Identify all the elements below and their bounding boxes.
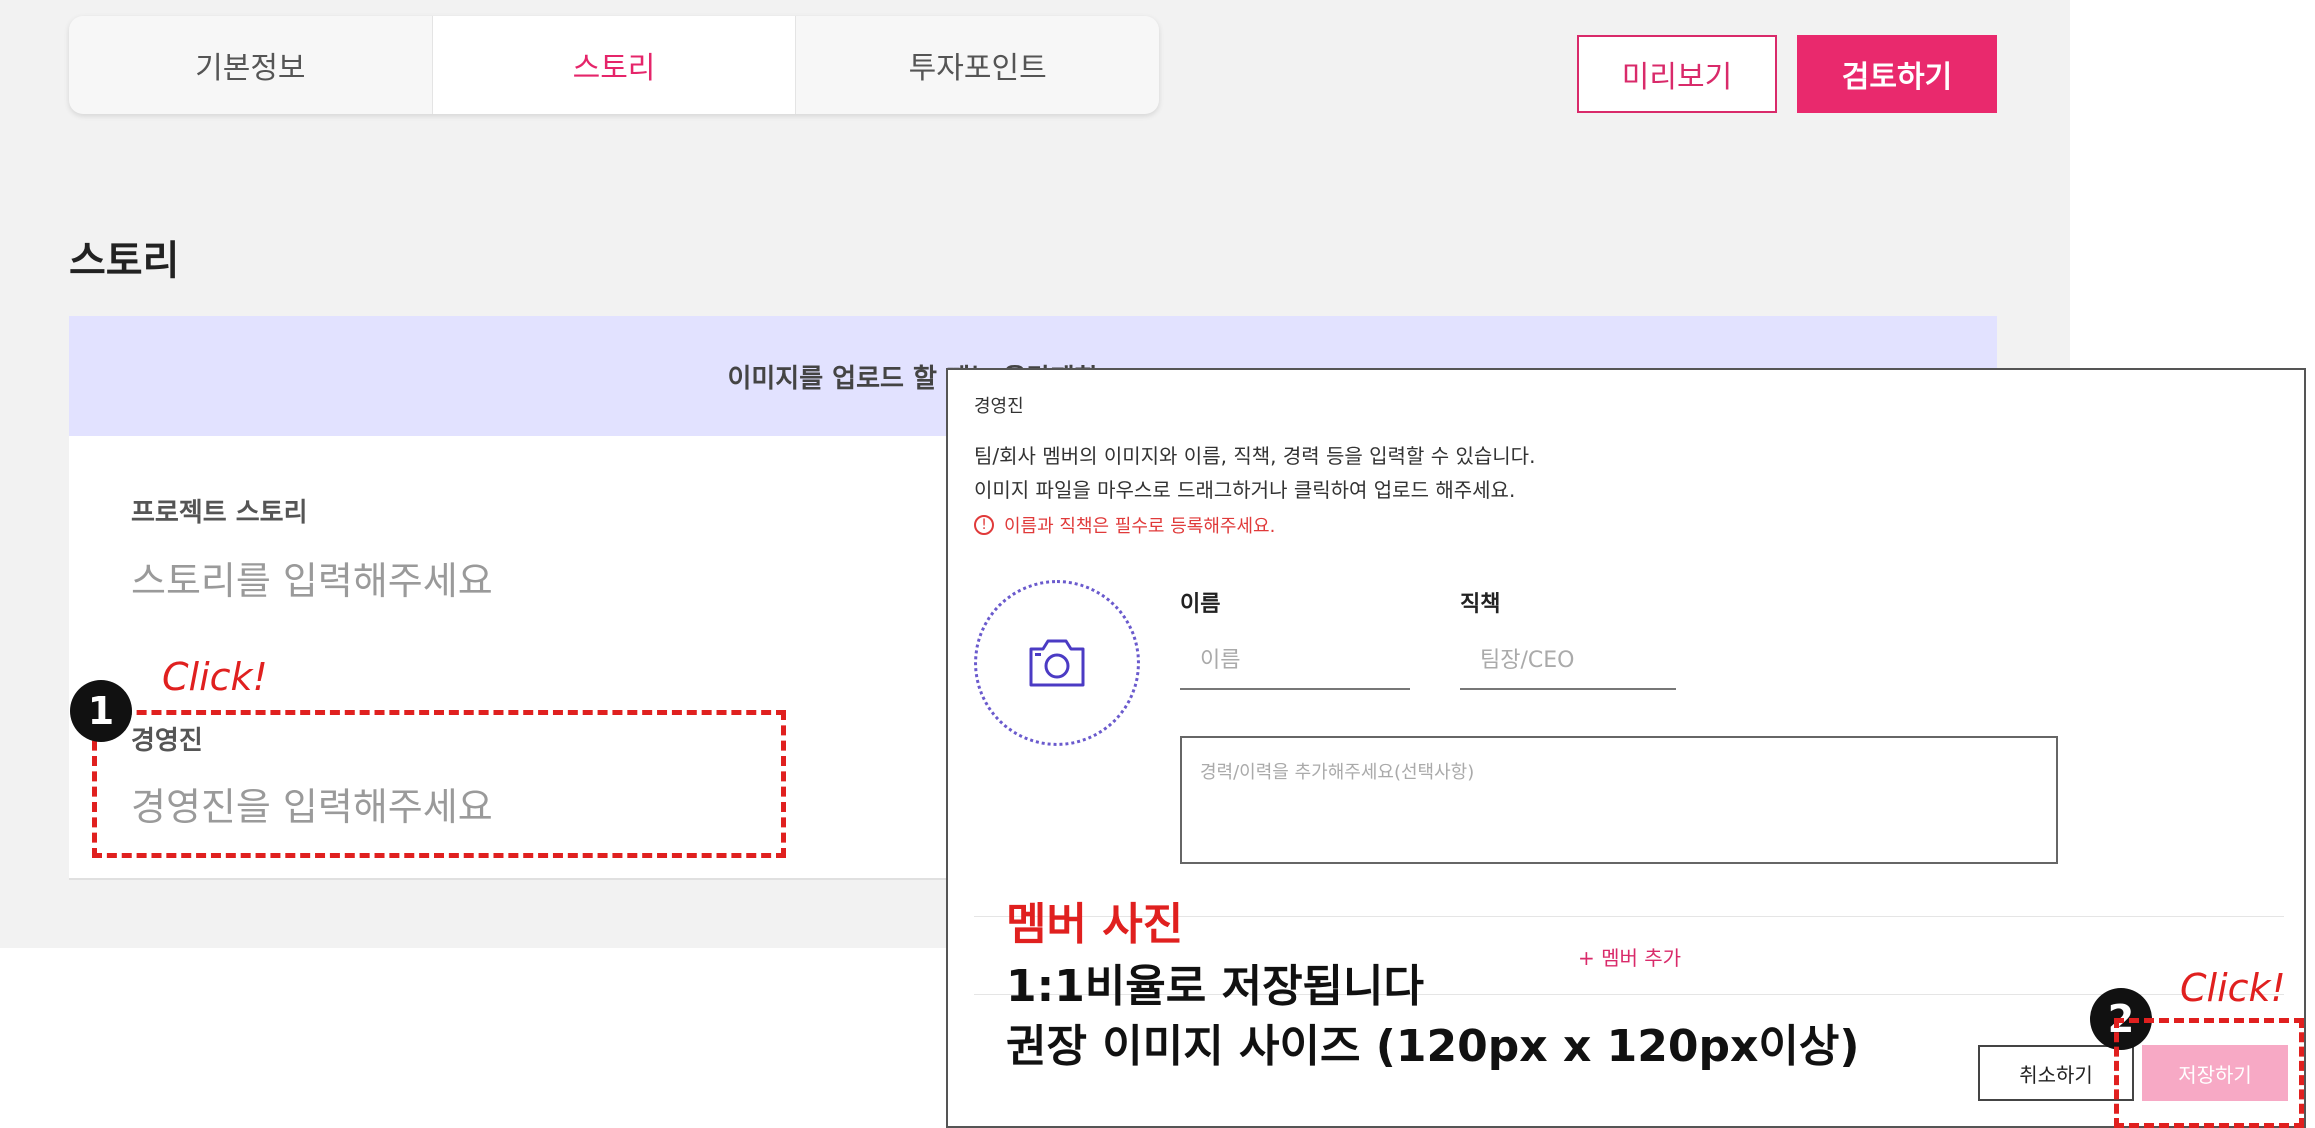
- story-placeholder: 스토리를 입력해주세요: [131, 559, 493, 603]
- modal-desc-1: 팀/회사 멤버의 이미지와 이름, 직책, 경력 등을 입력할 수 있습니다.: [974, 444, 1536, 468]
- camera-icon: [1029, 639, 1085, 687]
- add-member-button[interactable]: + 멤버 추가: [1578, 942, 1681, 971]
- modal-warning: ! 이름과 직책은 필수로 등록해주세요.: [974, 512, 1275, 538]
- click-annotation-1: Click!: [162, 655, 268, 699]
- modal-desc-2: 이미지 파일을 마우스로 드래그하거나 클릭하여 업로드 해주세요.: [974, 478, 1516, 502]
- section-title: 스토리: [69, 238, 180, 284]
- overlay-heading: 멤버 사진: [1006, 899, 1184, 950]
- career-textarea[interactable]: 경력/이력을 추가해주세요(선택사항): [1180, 736, 2058, 864]
- modal-title: 경영진: [974, 396, 1024, 417]
- review-button[interactable]: 검토하기: [1797, 35, 1997, 113]
- highlight-box-executives: [92, 710, 786, 858]
- position-input[interactable]: 팀장/CEO: [1460, 642, 1676, 690]
- photo-upload[interactable]: [974, 580, 1140, 746]
- warning-circle-icon: !: [974, 515, 994, 535]
- click-annotation-2: Click!: [2180, 966, 2286, 1010]
- step-badge-1: 1: [70, 680, 132, 742]
- name-input[interactable]: 이름: [1180, 642, 1410, 690]
- story-label: 프로젝트 스토리: [131, 498, 308, 528]
- cancel-button[interactable]: 취소하기: [1978, 1045, 2134, 1101]
- tab-story[interactable]: 스토리: [432, 16, 797, 114]
- warning-text: 이름과 직책은 필수로 등록해주세요.: [1004, 516, 1276, 537]
- tab-bar: 기본정보 스토리 투자포인트: [69, 16, 1159, 114]
- overlay-line-1: 1:1비율로 저장됩니다: [1006, 961, 1424, 1012]
- name-label: 이름: [1180, 592, 1221, 617]
- tab-investment-points[interactable]: 투자포인트: [796, 16, 1159, 114]
- tab-basic-info[interactable]: 기본정보: [69, 16, 433, 114]
- overlay-line-2: 권장 이미지 사이즈 (120px x 120px이상): [1006, 1021, 1860, 1072]
- position-label: 직책: [1460, 592, 1501, 617]
- preview-button[interactable]: 미리보기: [1577, 35, 1777, 113]
